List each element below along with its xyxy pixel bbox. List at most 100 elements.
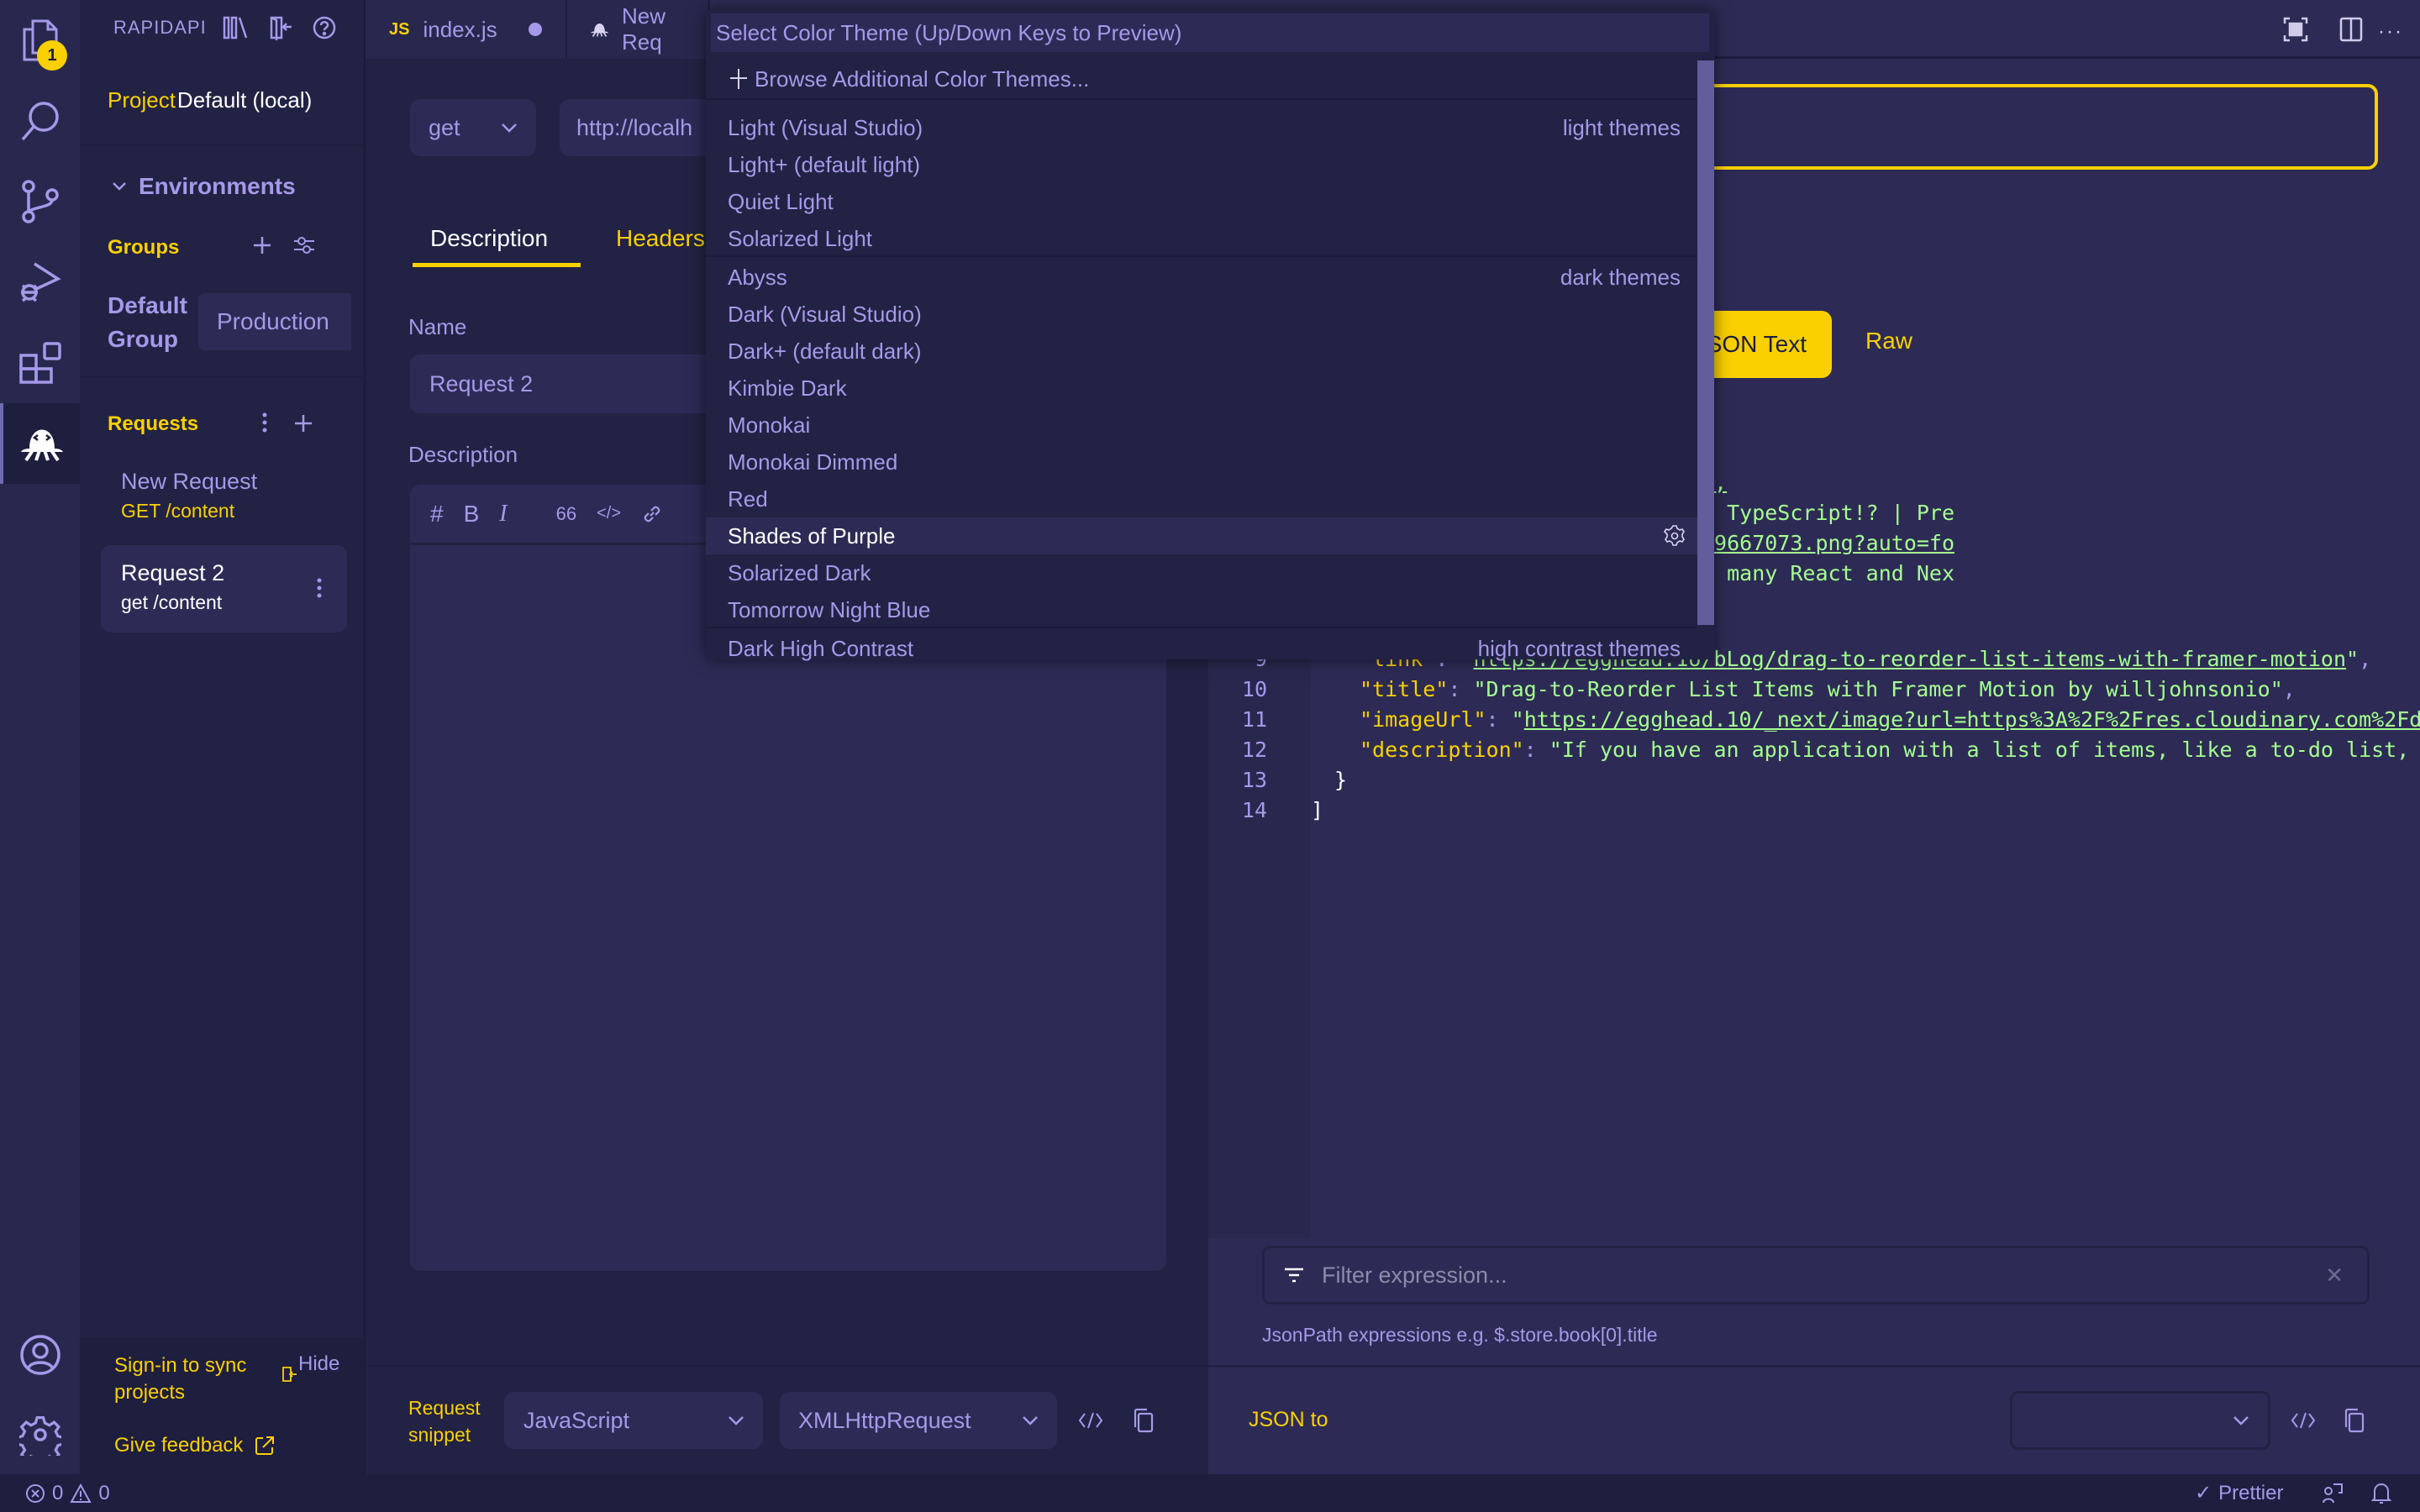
manage-button[interactable] — [0, 1394, 80, 1475]
problems-indicator[interactable]: 0 0 — [25, 1482, 110, 1505]
generate-code-icon[interactable] — [2291, 1411, 2316, 1430]
json-to-label: JSON to — [1249, 1408, 1328, 1431]
link-icon[interactable] — [641, 503, 663, 525]
theme-option[interactable]: Monokai — [706, 407, 1697, 444]
theme-option[interactable]: Solarized Light — [706, 220, 1697, 257]
add-request-icon[interactable] — [293, 413, 313, 433]
unsaved-dot-icon — [529, 23, 542, 36]
project-selector[interactable]: ProjectDefault (local) — [108, 87, 312, 113]
environment-chip-production[interactable]: Production — [198, 293, 351, 350]
rapidapi-octopus-icon — [591, 24, 609, 37]
theme-category-label: dark themes — [1560, 264, 1681, 290]
subtab-description[interactable]: Description — [430, 225, 548, 252]
request-list-item[interactable]: New Request GET /content — [101, 469, 353, 533]
manage-theme-gear-icon[interactable] — [1664, 525, 1686, 547]
quick-pick-scrollbar[interactable] — [1697, 60, 1714, 625]
theme-category-label: light themes — [1562, 114, 1681, 140]
hide-button[interactable]: Hide — [281, 1352, 339, 1383]
quote-icon[interactable]: 66 — [556, 503, 576, 525]
json-to-select[interactable] — [2010, 1391, 2270, 1450]
status-bar: 0 0 ✓ Prettier — [0, 1474, 2420, 1512]
library-icon[interactable] — [223, 15, 250, 40]
subtab-headers[interactable]: Headers — [616, 225, 705, 252]
theme-option[interactable]: Light (Visual Studio) light themes — [706, 109, 1697, 146]
notifications-bell-icon[interactable] — [2371, 1482, 2391, 1505]
extensions-icon — [18, 342, 61, 384]
copy-icon[interactable] — [1132, 1408, 1154, 1433]
project-value: Default (local) — [176, 87, 313, 113]
theme-option[interactable]: Monokai Dimmed — [706, 444, 1697, 480]
filter-expression-input[interactable]: Filter expression... ✕ — [1262, 1246, 2370, 1305]
divider — [366, 1365, 1208, 1367]
source-control-icon — [21, 180, 59, 223]
theme-option[interactable]: Abyss dark themes — [706, 259, 1697, 296]
environments-label: Environments — [139, 173, 296, 199]
add-group-icon[interactable] — [252, 235, 272, 255]
snippet-language-select[interactable]: JavaScript — [504, 1392, 763, 1449]
rapidapi-button[interactable] — [0, 403, 80, 484]
theme-option[interactable]: Quiet Light — [706, 183, 1697, 220]
environments-section-header[interactable]: Environments — [112, 173, 296, 200]
request-snippet-label: Request snippet — [408, 1397, 481, 1446]
theme-option-label: Solarized Light — [728, 225, 872, 251]
explorer-badge: 1 — [37, 40, 67, 71]
prettier-status[interactable]: ✓ Prettier — [2195, 1481, 2283, 1505]
view-tab-raw[interactable]: Raw — [1865, 328, 1912, 354]
divider — [80, 144, 364, 146]
signin-link[interactable]: Sign-in to sync projects — [114, 1352, 246, 1406]
json-code-lines: 9 "link": "https://egghead.1o/bLog/drag-… — [1208, 647, 2420, 865]
copy-icon[interactable] — [2343, 1408, 2365, 1433]
tab-index-js[interactable]: JS index.js — [366, 0, 567, 59]
code-icon[interactable]: </> — [597, 504, 621, 523]
divider — [1208, 1365, 2420, 1368]
help-icon[interactable] — [312, 15, 337, 40]
generate-code-icon[interactable] — [1078, 1411, 1103, 1430]
tab-new-request[interactable]: New Req — [567, 0, 710, 59]
explorer-button[interactable]: 1 — [0, 0, 80, 81]
js-file-icon: JS — [389, 19, 410, 39]
method-select[interactable]: get — [410, 99, 536, 156]
chevron-down-icon — [113, 182, 126, 191]
theme-option-label: Quiet Light — [728, 188, 834, 214]
italic-icon[interactable]: I — [499, 501, 507, 528]
source-control-button[interactable] — [0, 161, 80, 242]
split-editor-icon[interactable] — [2339, 17, 2363, 42]
theme-option[interactable]: Tomorrow Night Blue — [706, 591, 1697, 628]
search-button[interactable] — [0, 81, 80, 161]
group-settings-icon[interactable] — [292, 235, 316, 255]
theme-option-label: Red — [728, 486, 768, 512]
accounts-button[interactable] — [0, 1315, 80, 1395]
quick-pick-input[interactable]: Select Color Theme (Up/Down Keys to Prev… — [711, 13, 1709, 52]
theme-option-label: Abyss — [728, 264, 787, 290]
run-debug-button[interactable] — [0, 242, 80, 323]
theme-option[interactable]: Dark+ (default dark) — [706, 333, 1697, 370]
requests-more-icon[interactable] — [261, 412, 268, 433]
request-more-icon[interactable] — [316, 577, 323, 599]
theme-option-label: Light+ (default light) — [728, 151, 921, 177]
name-label: Name — [408, 314, 467, 339]
theme-option[interactable]: Red — [706, 480, 1697, 517]
theme-option[interactable]: Shades of Purple — [706, 517, 1697, 554]
import-icon[interactable] — [268, 15, 293, 40]
heading-icon[interactable]: # — [430, 501, 444, 528]
more-actions-icon[interactable]: ··· — [2378, 20, 2403, 44]
theme-option[interactable]: Light+ (default light) — [706, 146, 1697, 183]
theme-option[interactable]: Dark High Contrast high contrast themes — [706, 630, 1697, 667]
rapidapi-sidebar: RAPIDAPI ProjectDefault (local) Environm… — [80, 0, 366, 1474]
bold-icon[interactable]: B — [464, 501, 480, 528]
extensions-button[interactable] — [0, 323, 80, 403]
give-feedback-link[interactable]: Give feedback — [114, 1434, 275, 1457]
theme-option[interactable]: Solarized Dark — [706, 554, 1697, 591]
clear-filter-icon[interactable]: ✕ — [2325, 1263, 2344, 1289]
theme-option[interactable]: Dark (Visual Studio) — [706, 296, 1697, 333]
toggle-maximize-icon[interactable] — [2283, 17, 2308, 42]
request-list-item-selected[interactable]: Request 2 get /content — [101, 545, 347, 633]
gear-icon — [18, 1415, 61, 1456]
filter-hint: JsonPath expressions e.g. $.store.book[0… — [1262, 1324, 1658, 1346]
code-line: 13 } — [1241, 768, 1348, 792]
live-share-icon[interactable] — [2322, 1483, 2344, 1504]
chevron-down-icon — [2233, 1416, 2249, 1425]
snippet-library-select[interactable]: XMLHttpRequest — [780, 1392, 1057, 1449]
browse-themes-item[interactable]: Browse Additional Color Themes... — [706, 60, 1697, 97]
theme-option[interactable]: Kimbie Dark — [706, 370, 1697, 407]
